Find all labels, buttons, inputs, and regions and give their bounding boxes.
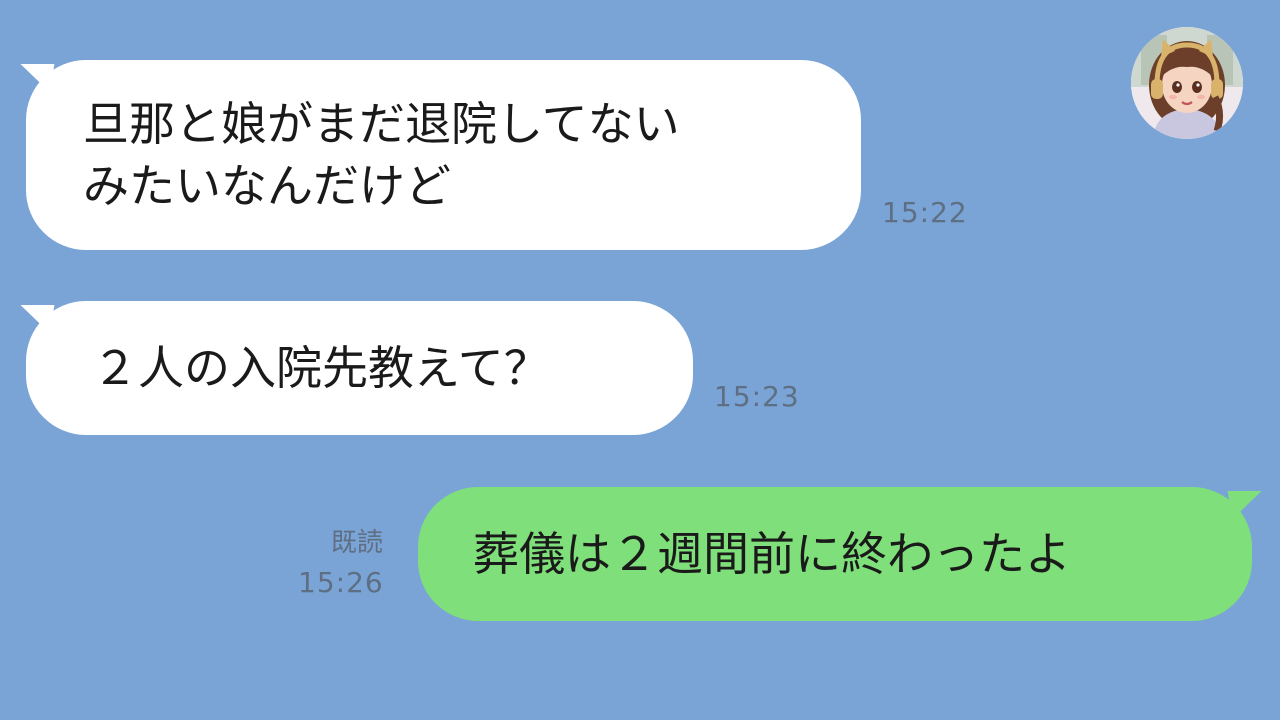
avatar-illustration-icon — [1131, 27, 1243, 139]
message-timestamp: 15:26 — [298, 566, 384, 599]
bubble-tail — [15, 64, 55, 92]
message-text: 旦那と娘がまだ退院してない みたいなんだけど — [83, 97, 680, 213]
chat-area: 旦那と娘がまだ退院してない みたいなんだけど 15:22 ２人の入院先教えて？ … — [0, 0, 1280, 720]
message-text: ２人の入院先教えて？ — [92, 341, 550, 395]
message-timestamp: 15:22 — [882, 196, 968, 229]
outgoing-message-bubble[interactable]: 葬儀は２週間前に終わったよ — [418, 487, 1267, 621]
bubble-tail — [1227, 491, 1267, 519]
avatar[interactable] — [1131, 27, 1243, 139]
message-text: 葬儀は２週間前に終わったよ — [473, 527, 1071, 581]
message-timestamp: 15:23 — [714, 380, 800, 413]
read-receipt: 既読 — [331, 528, 384, 558]
incoming-message-bubble[interactable]: ２人の入院先教えて？ — [15, 301, 693, 435]
incoming-message-bubble[interactable]: 旦那と娘がまだ退院してない みたいなんだけど — [15, 60, 861, 250]
bubble-tail — [15, 305, 55, 333]
